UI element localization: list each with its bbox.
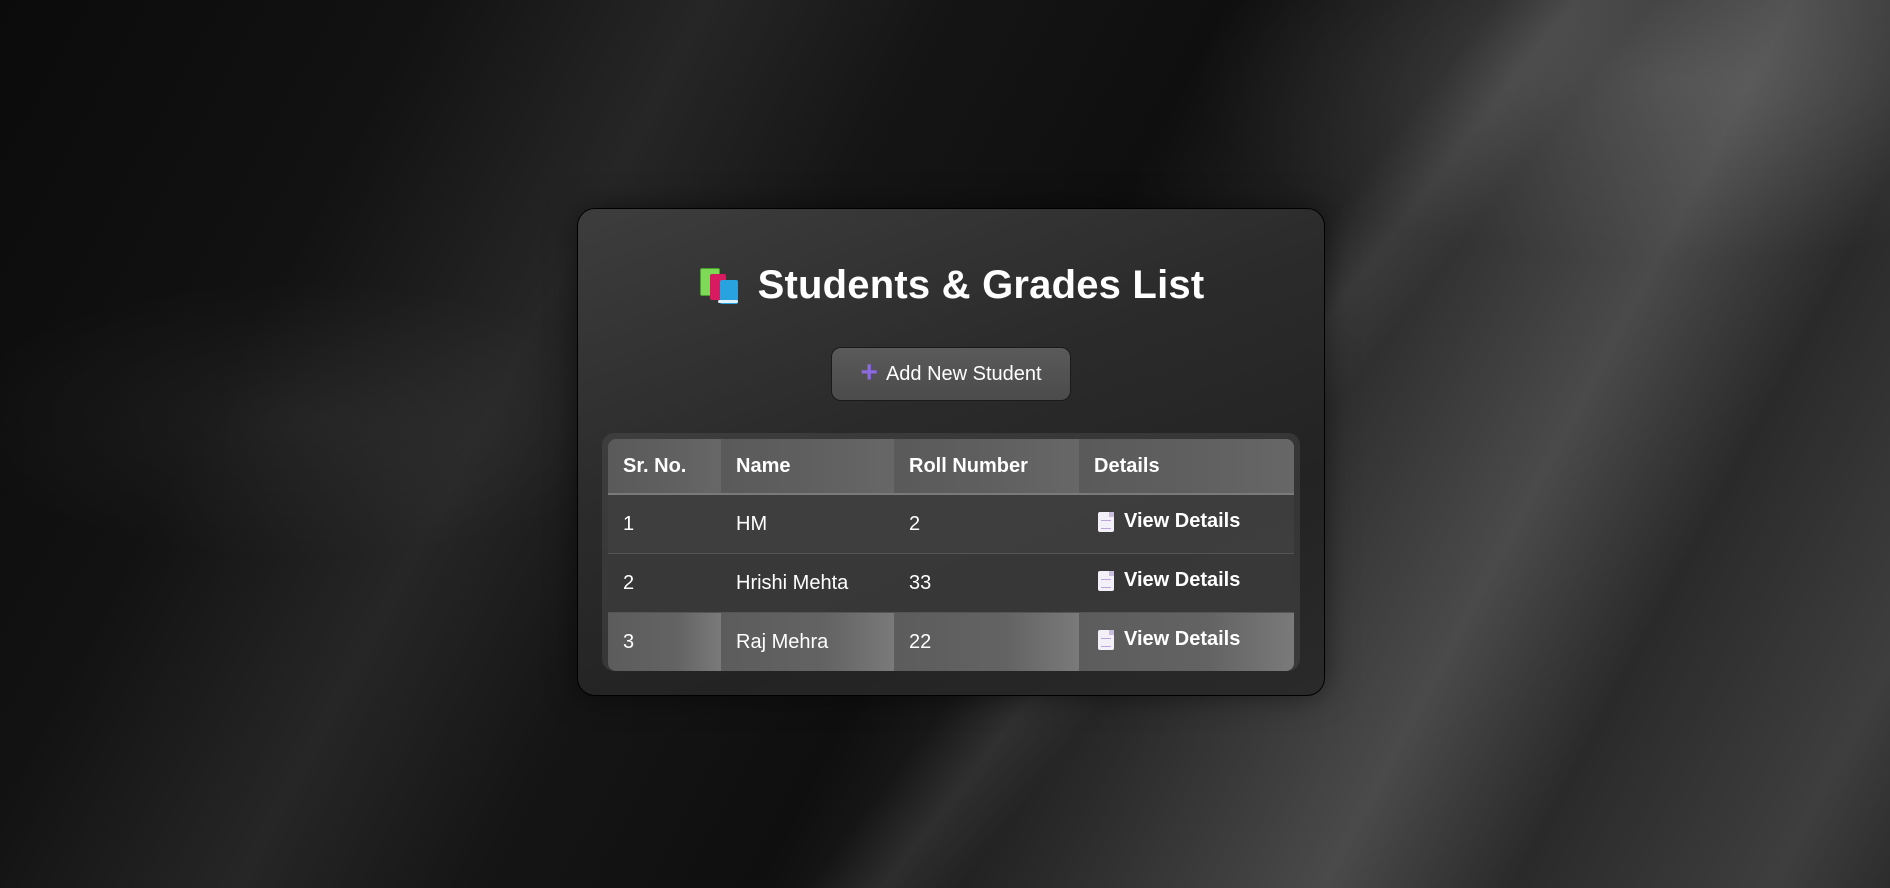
table-header-row: Sr. No. Name Roll Number Details — [608, 439, 1294, 495]
view-details-label: View Details — [1124, 628, 1241, 651]
students-table: Sr. No. Name Roll Number Details 1 HM 2 … — [608, 439, 1294, 671]
document-icon — [1098, 570, 1114, 591]
cell-details: View Details — [1079, 553, 1294, 613]
cell-sr-no: 3 — [608, 612, 721, 671]
cell-details: View Details — [1079, 494, 1294, 554]
view-details-link[interactable]: View Details — [1094, 569, 1240, 592]
table-row: 1 HM 2 View Details — [608, 494, 1294, 554]
cell-roll-number: 2 — [894, 494, 1079, 554]
books-icon — [698, 266, 740, 306]
cell-name: Hrishi Mehta — [721, 553, 894, 613]
view-details-label: View Details — [1124, 569, 1241, 592]
document-icon — [1098, 629, 1114, 650]
students-card: Students & Grades List + Add New Student… — [577, 208, 1325, 696]
add-new-student-button[interactable]: + Add New Student — [831, 347, 1071, 401]
add-new-student-label: Add New Student — [885, 362, 1042, 385]
header-roll-number: Roll Number — [894, 439, 1079, 495]
cell-name: HM — [721, 494, 894, 554]
header-name: Name — [721, 439, 894, 495]
cell-roll-number: 33 — [894, 553, 1079, 613]
header-sr-no: Sr. No. — [608, 439, 721, 495]
table-row: 2 Hrishi Mehta 33 View Details — [608, 553, 1294, 613]
page-title: Students & Grades List — [757, 263, 1205, 307]
plus-icon: + — [860, 355, 878, 389]
header-details: Details — [1079, 439, 1294, 495]
table-row: 3 Raj Mehra 22 View Details — [608, 612, 1294, 671]
document-icon — [1098, 511, 1114, 532]
students-table-container: Sr. No. Name Roll Number Details 1 HM 2 … — [602, 433, 1300, 671]
cell-name: Raj Mehra — [721, 612, 894, 671]
view-details-link[interactable]: View Details — [1094, 510, 1240, 533]
cell-roll-number: 22 — [894, 612, 1079, 671]
cell-sr-no: 1 — [608, 494, 721, 554]
view-details-link[interactable]: View Details — [1094, 628, 1240, 651]
cell-details: View Details — [1079, 612, 1294, 671]
page-header: Students & Grades List — [578, 263, 1324, 308]
view-details-label: View Details — [1124, 510, 1241, 533]
cell-sr-no: 2 — [608, 553, 721, 613]
